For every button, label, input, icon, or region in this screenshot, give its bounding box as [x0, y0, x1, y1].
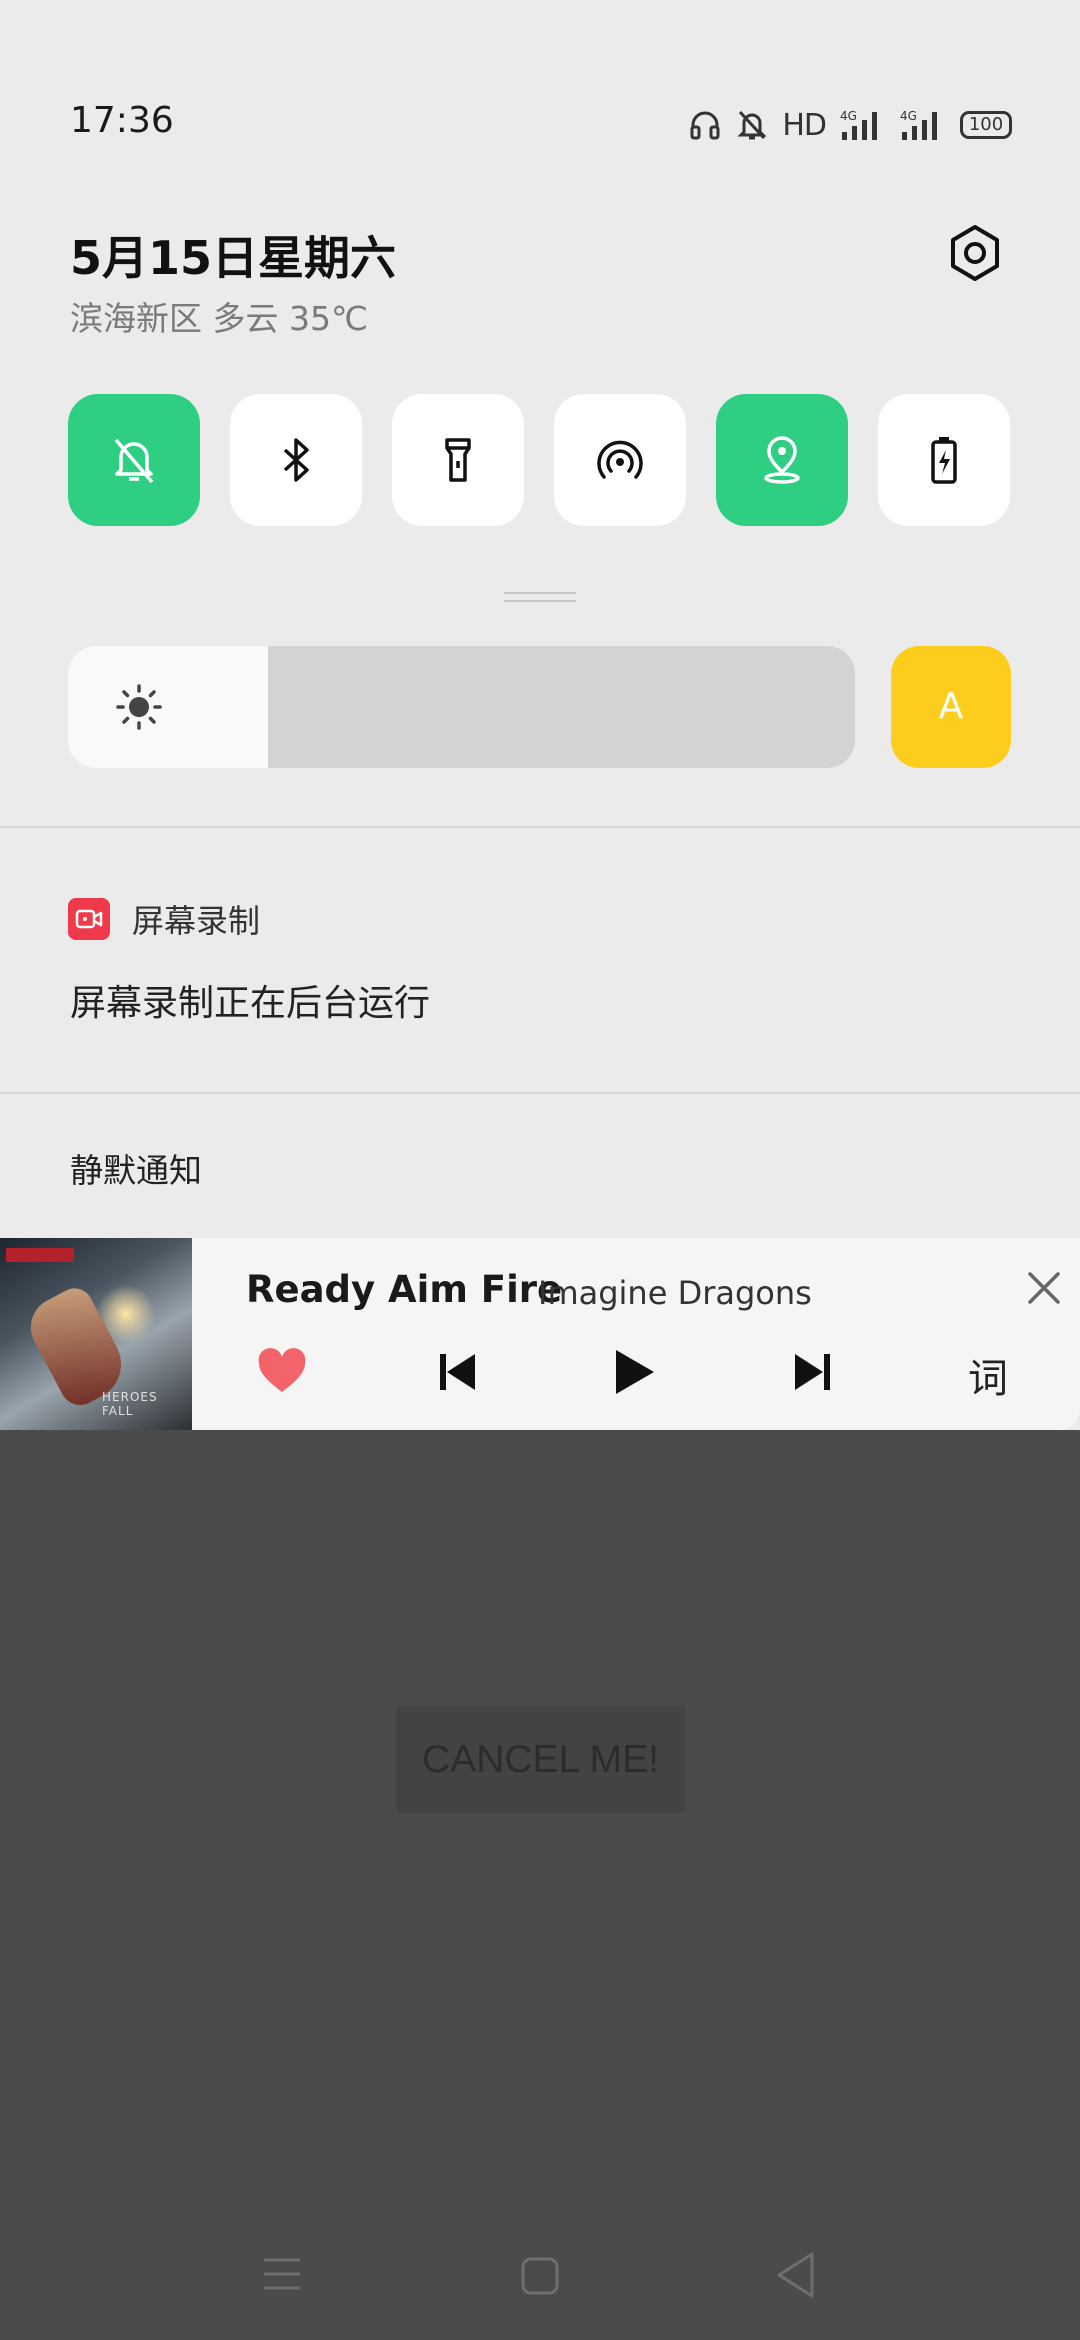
next-icon [795, 1354, 830, 1390]
tile-hotspot[interactable] [554, 394, 686, 526]
hotspot-icon [597, 440, 643, 479]
brightness-icon [116, 684, 162, 730]
play-icon [616, 1350, 654, 1394]
settings-button[interactable] [944, 222, 1006, 284]
silent-notifications-label: 静默通知 [70, 1151, 202, 1190]
notification-shade: 17:36 HD 4G 4G 100 5月15日星期六 滨海新区 多云 35℃ … [0, 0, 1080, 1430]
status-time: 17:36 [70, 100, 174, 141]
play-button[interactable] [612, 1348, 656, 1400]
settings-icon [951, 225, 999, 281]
tile-location[interactable] [716, 394, 848, 526]
notification-header: 屏幕录制 [68, 896, 260, 942]
svg-text:4G: 4G [900, 109, 917, 123]
headphones-icon [688, 108, 722, 142]
recents-button[interactable] [262, 2256, 302, 2296]
bluetooth-icon [283, 438, 309, 482]
silent-bell-icon [114, 438, 154, 484]
next-button[interactable] [792, 1352, 832, 1396]
weekday: 星期六 [258, 231, 397, 285]
mute-bell-icon [736, 108, 768, 142]
status-icons: HD 4G 4G 100 [688, 102, 1012, 148]
close-icon [1028, 1272, 1060, 1304]
tile-battery-saver[interactable] [878, 394, 1010, 526]
menu-icon [264, 2258, 300, 2290]
lyrics-button[interactable]: 词 [968, 1346, 1008, 1404]
auto-brightness-button[interactable]: A [891, 646, 1011, 768]
tile-silent[interactable] [68, 394, 200, 526]
back-icon [777, 2252, 814, 2298]
battery-saver-icon [931, 437, 957, 484]
date-row: 5月15日星期六 [70, 222, 396, 288]
screen: 17:36 HD 4G 4G 100 5月15日星期六 滨海新区 多云 35℃ … [0, 0, 1080, 2340]
tile-bluetooth[interactable] [230, 394, 362, 526]
screen-record-icon [68, 898, 110, 940]
status-bar: 17:36 HD 4G 4G 100 [0, 90, 1080, 160]
date: 5月15日 [70, 231, 259, 285]
album-caption: HEROES FALL [102, 1390, 158, 1418]
hd-indicator: HD [782, 107, 827, 143]
home-button[interactable] [520, 2256, 560, 2300]
heart-icon [258, 1348, 306, 1392]
like-button[interactable] [256, 1348, 308, 1400]
svg-text:4G: 4G [840, 109, 857, 123]
divider [0, 826, 1080, 828]
brightness-slider[interactable] [68, 646, 855, 768]
notification-body[interactable]: 屏幕录制正在后台运行 [70, 974, 430, 1026]
quick-tiles [68, 394, 1010, 526]
notification-app-name: 屏幕录制 [132, 902, 261, 940]
signal-icon: 4G [840, 108, 886, 142]
previous-icon [440, 1354, 475, 1390]
divider [0, 1092, 1080, 1094]
tile-flashlight[interactable] [392, 394, 524, 526]
song-title: Ready Aim Fire [246, 1268, 563, 1311]
back-button[interactable] [774, 2250, 818, 2304]
previous-button[interactable] [438, 1352, 478, 1396]
music-player-card[interactable]: HEROES FALL Ready Aim Fire Imagine Drago… [0, 1238, 1080, 1430]
weather: 滨海新区 多云 35℃ [70, 299, 369, 338]
song-artist: Imagine Dragons [538, 1274, 812, 1312]
brightness-level [68, 646, 268, 768]
flashlight-icon [445, 438, 471, 482]
home-icon [521, 2257, 559, 2295]
cancel-button[interactable]: CANCEL ME! [396, 1706, 685, 1813]
album-art: HEROES FALL [0, 1238, 192, 1430]
signal-icon: 4G [900, 108, 946, 142]
close-button[interactable] [1024, 1268, 1064, 1308]
expand-handle[interactable] [504, 592, 576, 602]
battery-icon: 100 [960, 111, 1012, 139]
location-icon [764, 436, 800, 484]
